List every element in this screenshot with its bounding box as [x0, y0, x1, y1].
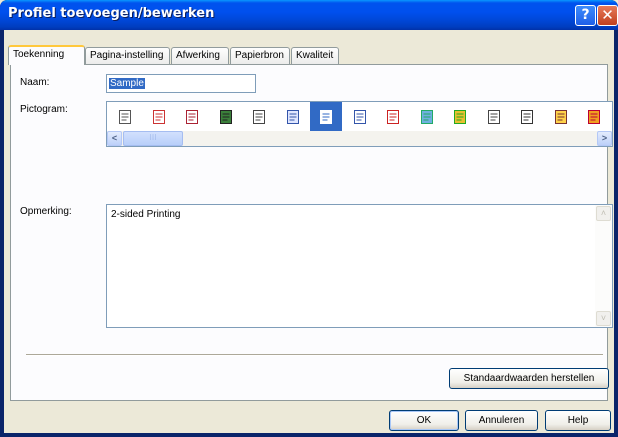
tab-assignment[interactable]: Toekenning — [8, 45, 85, 65]
icon-picker[interactable]: < ⁝⁝⁝ > — [106, 101, 613, 147]
color-print-icon[interactable] — [545, 102, 577, 132]
document-gray-icon[interactable] — [478, 102, 510, 132]
remark-textarea[interactable]: 2-sided Printing ˄ ˅ — [106, 204, 613, 328]
tab-quality[interactable]: Kwaliteit — [291, 47, 339, 64]
help-titlebar-button[interactable]: ? — [575, 5, 596, 26]
dialog-title: Profiel toevoegen/bewerken — [8, 6, 215, 21]
remark-label: Opmerking: — [20, 206, 72, 217]
remark-text: 2-sided Printing — [111, 209, 181, 220]
tab-label: Kwaliteit — [296, 50, 334, 61]
scroll-up-button[interactable]: ˄ — [596, 206, 611, 221]
title-bar[interactable]: Profiel toevoegen/bewerken ? ✕ — [0, 0, 618, 30]
ok-button[interactable]: OK — [389, 410, 459, 431]
tab-finishing[interactable]: Afwerking — [171, 47, 229, 64]
vertical-scrollbar[interactable]: ˄ ˅ — [595, 205, 612, 327]
scroll-right-button[interactable]: > — [597, 131, 612, 146]
restore-defaults-button[interactable]: Standaardwaarden herstellen — [449, 368, 609, 389]
name-input[interactable]: Sample — [106, 74, 256, 93]
help-label: Help — [567, 415, 589, 426]
horizontal-scrollbar[interactable]: < ⁝⁝⁝ > — [107, 131, 612, 146]
cancel-button[interactable]: Annuleren — [465, 410, 538, 431]
cancel-label: Annuleren — [478, 415, 525, 426]
ok-label: OK — [416, 415, 432, 426]
name-input-value: Sample — [109, 78, 145, 89]
tab-label: Papierbron — [235, 50, 284, 61]
photo-color-icon[interactable] — [411, 102, 443, 132]
tab-label: Toekenning — [13, 49, 65, 60]
stamp-icon[interactable] — [578, 102, 610, 132]
icon-label: Pictogram: — [20, 104, 68, 115]
scroll-down-button[interactable]: ˅ — [596, 311, 611, 326]
document-stack-icon[interactable] — [511, 102, 543, 132]
a4-size-icon[interactable] — [344, 102, 376, 132]
tab-paper-source[interactable]: Papierbron — [230, 47, 290, 64]
dialog-window: Profiel toevoegen/bewerken ? ✕ Pagina-in… — [0, 0, 618, 437]
color-document-icon[interactable] — [444, 102, 476, 132]
booklet-icon[interactable] — [310, 102, 342, 132]
tab-panel-assignment: Naam: Sample Pictogram: < ⁝⁝⁝ > Opmerkin… — [10, 64, 613, 401]
divider — [26, 354, 603, 356]
document-lines-icon[interactable] — [109, 102, 141, 132]
photo-frame-icon[interactable] — [210, 102, 242, 132]
calendar-icon[interactable] — [377, 102, 409, 132]
tab-label: Afwerking — [176, 50, 220, 61]
scroll-thumb[interactable]: ⁝⁝⁝ — [123, 131, 183, 146]
restore-defaults-label: Standaardwaarden herstellen — [463, 373, 595, 384]
tab-label: Pagina-instelling — [90, 50, 164, 61]
document-duplex-icon[interactable] — [243, 102, 275, 132]
scroll-left-button[interactable]: < — [107, 131, 122, 146]
dialog-client-area: Pagina-instelling Afwerking Papierbron K… — [4, 30, 614, 433]
document-lines-red-icon[interactable] — [143, 102, 175, 132]
close-button[interactable]: ✕ — [597, 5, 618, 26]
tab-page-setup[interactable]: Pagina-instelling — [85, 47, 170, 64]
document-photo-icon[interactable] — [176, 102, 208, 132]
name-label: Naam: — [20, 77, 50, 88]
multi-page-icon[interactable] — [277, 102, 309, 132]
help-button[interactable]: Help — [545, 410, 611, 431]
